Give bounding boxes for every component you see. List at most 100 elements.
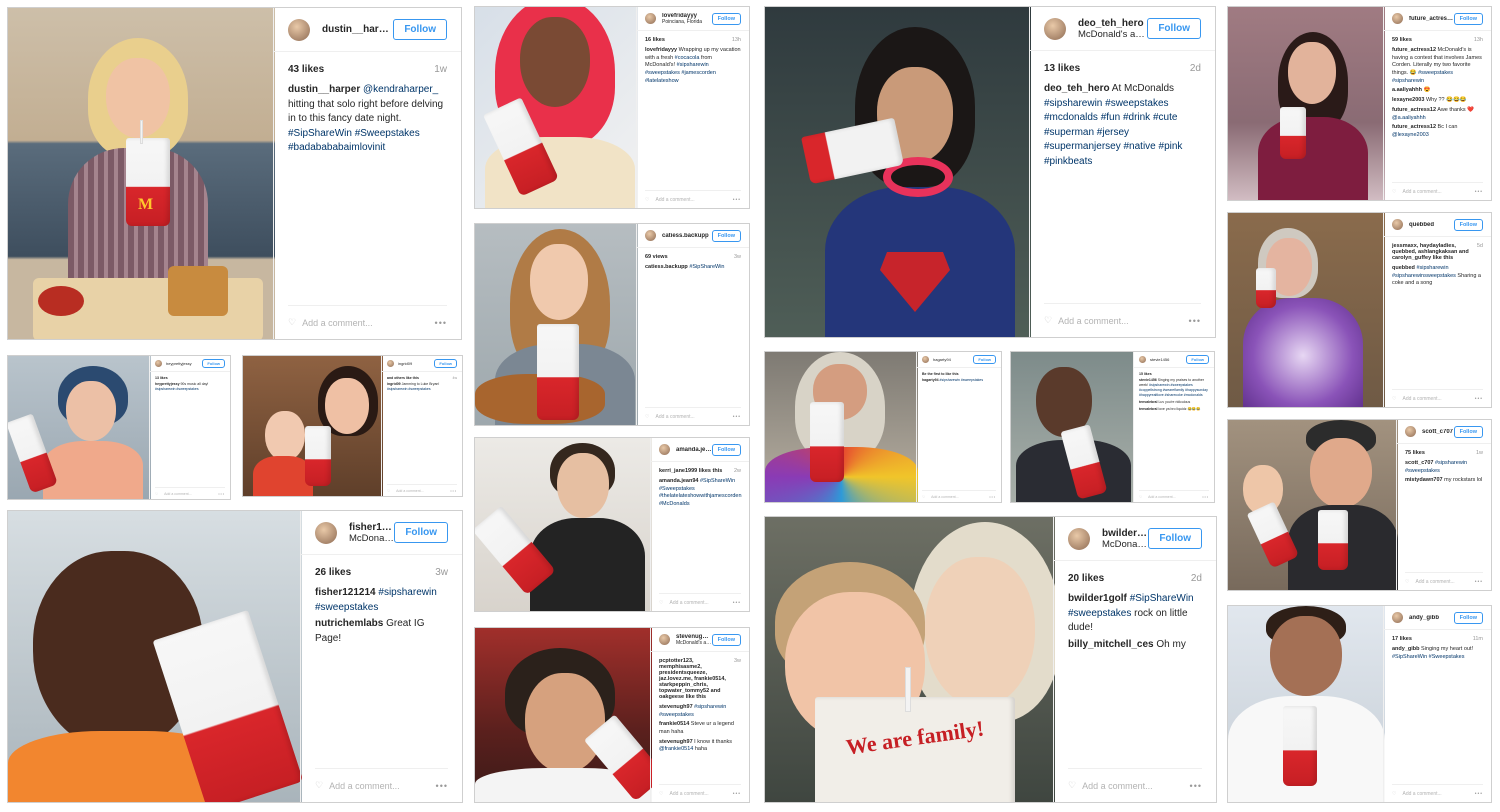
follow-button[interactable]: Follow: [202, 359, 225, 368]
avatar[interactable]: [1392, 612, 1403, 623]
username-link[interactable]: fisher121214: [349, 522, 394, 533]
follow-button[interactable]: Follow: [1453, 218, 1483, 231]
post-photo[interactable]: [8, 356, 151, 499]
more-options-icon[interactable]: •••: [1475, 396, 1483, 402]
more-options-icon[interactable]: •••: [450, 489, 457, 493]
heart-icon[interactable]: ♡: [315, 780, 323, 791]
heart-icon[interactable]: ♡: [659, 600, 663, 606]
comment-author[interactable]: future_actress12: [1392, 47, 1436, 53]
likes-count[interactable]: 16 likes: [645, 37, 665, 43]
post-photo[interactable]: [475, 224, 638, 425]
follow-button[interactable]: Follow: [393, 19, 447, 40]
heart-icon[interactable]: ♡: [659, 791, 663, 797]
post-photo[interactable]: [1228, 7, 1385, 200]
follow-button[interactable]: Follow: [711, 12, 741, 25]
avatar[interactable]: [155, 360, 162, 367]
post-photo[interactable]: [1228, 606, 1385, 802]
post-photo[interactable]: [1228, 213, 1385, 407]
comment-author[interactable]: andy_gibb: [1392, 646, 1420, 652]
likes-count[interactable]: pcptotter123, memphisasme2, presidentsqu…: [659, 658, 734, 700]
more-options-icon[interactable]: •••: [989, 495, 996, 499]
hashtag-link[interactable]: @lexayne2003: [1392, 132, 1429, 138]
comment-author[interactable]: catiess.backupp: [645, 264, 688, 270]
avatar[interactable]: [1068, 527, 1090, 550]
add-comment-input[interactable]: Add a comment...: [302, 318, 434, 328]
add-comment-input[interactable]: Add a comment...: [1082, 781, 1189, 791]
heart-icon[interactable]: ♡: [1392, 791, 1396, 797]
more-options-icon[interactable]: •••: [733, 600, 741, 606]
add-comment-input[interactable]: Add a comment...: [1402, 396, 1474, 402]
more-options-icon[interactable]: •••: [733, 197, 741, 203]
likes-count[interactable]: 75 likes: [1405, 450, 1425, 456]
likes-count[interactable]: 26 likes: [315, 567, 351, 578]
add-comment-input[interactable]: Add a comment...: [329, 781, 435, 791]
heart-icon[interactable]: ♡: [387, 489, 390, 493]
comment-author[interactable]: a.aaliyahhh: [1392, 87, 1422, 93]
hashtag-link[interactable]: @a.aaliyahhh: [1392, 115, 1426, 121]
hashtag-link[interactable]: #badabababaimlovinit: [288, 142, 385, 153]
hashtag-link[interactable]: #sipsharewin #sweepstakes: [387, 387, 431, 391]
heart-icon[interactable]: ♡: [1139, 495, 1142, 499]
comment-author[interactable]: future_actress12: [1392, 124, 1436, 130]
add-comment-input[interactable]: Add a comment...: [669, 791, 732, 797]
location-link[interactable]: McDonald's at 100 S ...: [676, 640, 712, 646]
post-photo[interactable]: We are family!: [765, 517, 1055, 802]
comment-author[interactable]: tenvalebral: [1139, 400, 1157, 404]
follow-button[interactable]: Follow: [1186, 355, 1209, 364]
username-link[interactable]: heyprettyjessy: [166, 361, 202, 366]
username-link[interactable]: quebbed: [1409, 222, 1454, 228]
username-link[interactable]: ingrid09: [398, 361, 434, 366]
post-photo[interactable]: [1228, 420, 1398, 590]
heart-icon[interactable]: ♡: [1405, 579, 1409, 585]
add-comment-input[interactable]: Add a comment...: [1415, 579, 1474, 585]
follow-button[interactable]: Follow: [1147, 18, 1201, 39]
hashtag-link[interactable]: #cocacola: [675, 55, 700, 61]
follow-button[interactable]: Follow: [1148, 528, 1202, 549]
comment-author[interactable]: scott_c707: [1405, 460, 1433, 466]
heart-icon[interactable]: ♡: [1392, 396, 1396, 402]
post-photo[interactable]: [475, 7, 638, 208]
comment-author[interactable]: nutrichemlabs: [315, 618, 383, 629]
avatar[interactable]: [922, 356, 929, 363]
likes-count[interactable]: 13 likes: [1044, 63, 1080, 74]
hashtag-link[interactable]: #SipShareWin #Sweepstakes: [1392, 654, 1464, 660]
add-comment-input[interactable]: Add a comment...: [669, 600, 732, 606]
heart-icon[interactable]: ♡: [1068, 780, 1076, 791]
comment-author[interactable]: ingrid09: [387, 382, 401, 386]
comment-author[interactable]: amanda.jean94: [659, 478, 698, 484]
post-photo[interactable]: M: [8, 8, 275, 339]
follow-button[interactable]: Follow: [1453, 12, 1483, 25]
more-options-icon[interactable]: •••: [1475, 579, 1483, 585]
post-photo[interactable]: [475, 628, 652, 802]
follow-button[interactable]: Follow: [1453, 425, 1483, 438]
comment-author[interactable]: stevenugh97: [659, 739, 693, 745]
username-link[interactable]: dustin__harper: [322, 24, 393, 35]
comment-author[interactable]: future_actress12: [1392, 107, 1436, 113]
heart-icon[interactable]: ♡: [645, 197, 649, 203]
username-link[interactable]: hagarty94: [933, 357, 973, 362]
username-link[interactable]: bwilder1golf: [1102, 528, 1148, 539]
likes-count[interactable]: kerri_jane1999 likes this: [659, 468, 722, 474]
likes-count[interactable]: 20 likes: [1068, 573, 1104, 584]
hashtag-link[interactable]: #SipShareWin: [689, 264, 724, 270]
username-link[interactable]: stevenugh97: [676, 634, 712, 640]
comment-author[interactable]: quebbed: [1392, 265, 1415, 271]
heart-icon[interactable]: ♡: [288, 317, 296, 328]
username-link[interactable]: future_actress12: [1409, 16, 1454, 22]
likes-count[interactable]: Be the first to like this: [922, 372, 959, 376]
username-link[interactable]: stevie1456: [1150, 357, 1186, 362]
likes-count[interactable]: 15 likes: [1139, 372, 1152, 376]
more-options-icon[interactable]: •••: [1189, 316, 1201, 326]
heart-icon[interactable]: ♡: [922, 495, 925, 499]
comment-author[interactable]: tenvalebral: [1139, 407, 1157, 411]
add-comment-input[interactable]: Add a comment...: [1058, 316, 1188, 326]
username-link[interactable]: amanda.jean94: [676, 447, 712, 453]
comment-author[interactable]: lexayne2003: [1392, 97, 1424, 103]
post-photo[interactable]: [475, 438, 652, 611]
follow-button[interactable]: Follow: [711, 229, 741, 242]
avatar[interactable]: [387, 360, 394, 367]
avatar[interactable]: [1044, 17, 1066, 40]
likes-count[interactable]: 17 likes: [1392, 636, 1412, 642]
more-options-icon[interactable]: •••: [1475, 791, 1483, 797]
avatar[interactable]: [288, 18, 310, 41]
